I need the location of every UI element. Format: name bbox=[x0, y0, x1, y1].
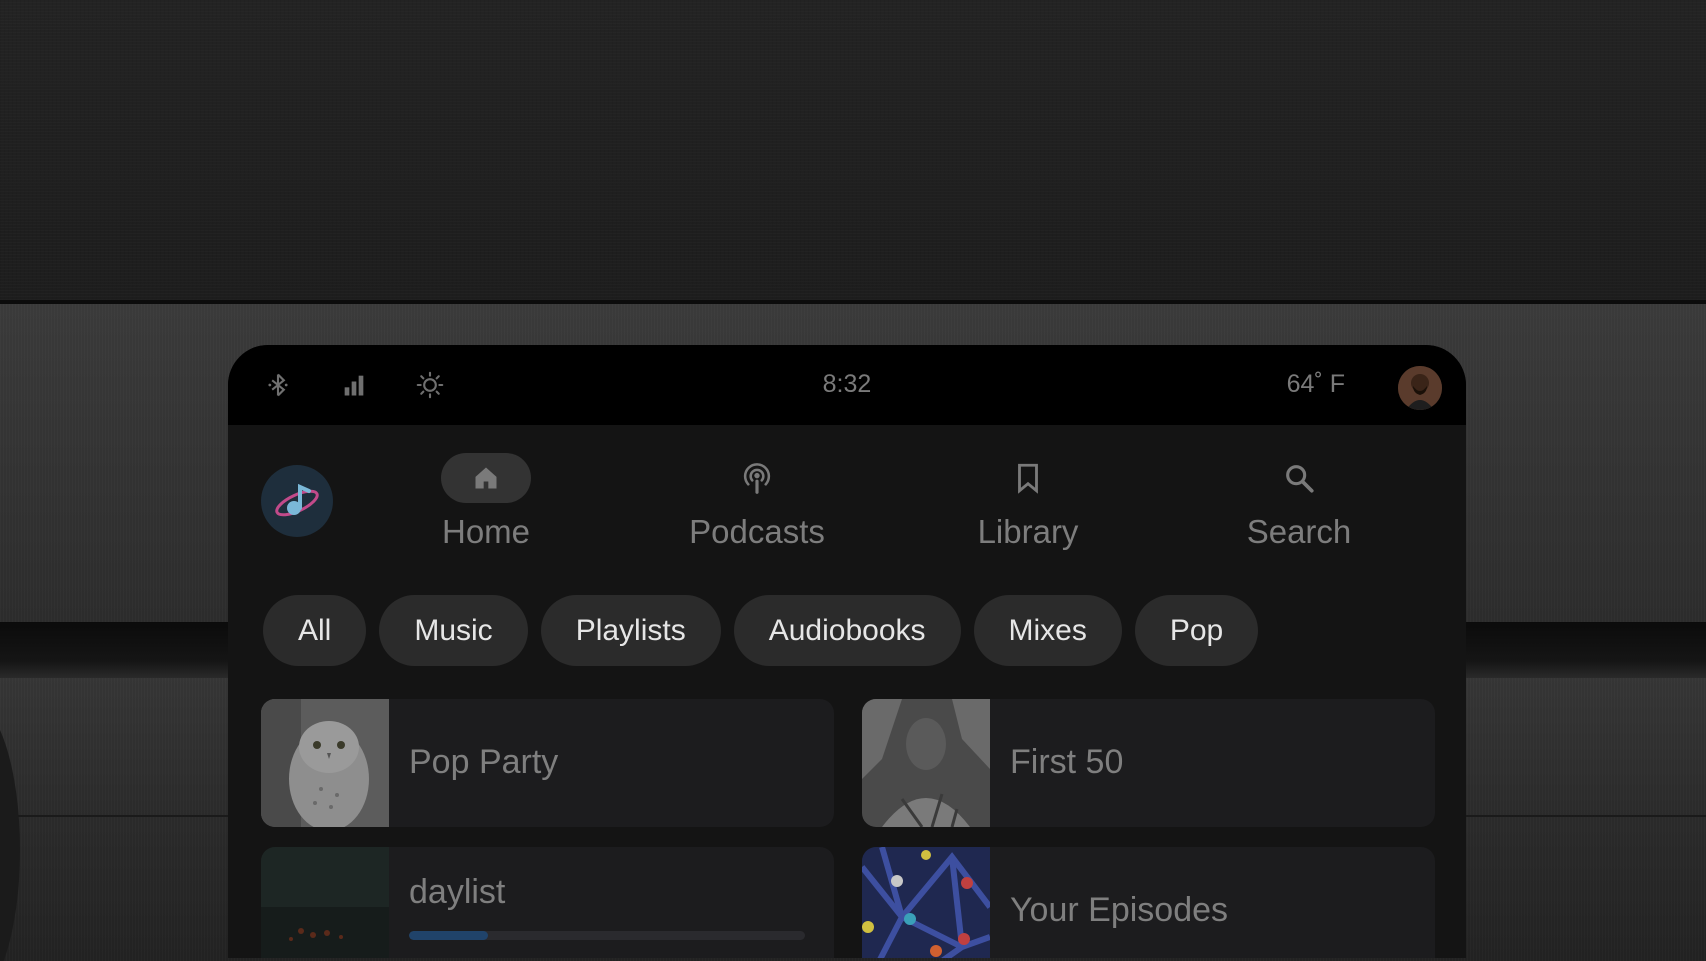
nav-home[interactable]: Home bbox=[366, 453, 606, 563]
temperature-readout: 64˚ F bbox=[1286, 370, 1345, 398]
nav-podcasts[interactable]: Podcasts bbox=[637, 453, 877, 563]
nav-home-label: Home bbox=[441, 513, 531, 550]
avatar[interactable] bbox=[1398, 366, 1442, 410]
progress-fill bbox=[409, 931, 489, 940]
bookmark-icon bbox=[1018, 463, 1038, 494]
headliner-background bbox=[0, 0, 1706, 303]
chip-music[interactable]: Music bbox=[379, 595, 528, 666]
card-first-50[interactable]: First 50 bbox=[862, 699, 1435, 827]
head-unit-screen: 8:32 64˚ F Home Podcasts Library Search … bbox=[228, 345, 1466, 958]
card-title: First 50 bbox=[1010, 743, 1124, 781]
podcast-icon bbox=[743, 463, 771, 494]
portrait-photo bbox=[862, 699, 990, 827]
nav-podcasts-pill bbox=[712, 453, 802, 503]
card-title: Your Episodes bbox=[1010, 891, 1229, 929]
nav-podcasts-label: Podcasts bbox=[689, 513, 825, 550]
filter-chip-row: All Music Playlists Audiobooks Mixes Pop bbox=[263, 595, 1259, 666]
nav-search[interactable]: Search bbox=[1179, 453, 1419, 563]
search-icon bbox=[1286, 465, 1314, 493]
card-pop-party[interactable]: Pop Party bbox=[261, 699, 834, 827]
app-logo[interactable] bbox=[261, 465, 333, 537]
chip-mixes[interactable]: Mixes bbox=[973, 595, 1122, 666]
card-daylist[interactable]: daylist bbox=[261, 847, 834, 958]
dark-forest-photo bbox=[261, 847, 389, 958]
music-planet-icon bbox=[275, 483, 319, 517]
chip-pop[interactable]: Pop bbox=[1134, 595, 1259, 666]
card-title: daylist bbox=[409, 873, 506, 911]
chip-all[interactable]: All bbox=[263, 595, 367, 666]
status-bar: 8:32 64˚ F bbox=[228, 345, 1466, 425]
nav-search-pill bbox=[1254, 453, 1344, 503]
nav-home-pill bbox=[441, 453, 531, 503]
card-title: Pop Party bbox=[409, 743, 559, 781]
nav-library-label: Library bbox=[977, 513, 1079, 550]
network-pattern bbox=[862, 847, 990, 958]
nav-library-pill bbox=[983, 453, 1073, 503]
nav-search-label: Search bbox=[1246, 513, 1352, 550]
chip-playlists[interactable]: Playlists bbox=[540, 595, 721, 666]
chip-audiobooks[interactable]: Audiobooks bbox=[733, 595, 961, 666]
nav-library[interactable]: Library bbox=[908, 453, 1148, 563]
owl-photo bbox=[261, 699, 389, 827]
user-photo bbox=[1398, 366, 1442, 410]
card-your-episodes[interactable]: Your Episodes bbox=[862, 847, 1435, 958]
progress-bar bbox=[409, 931, 805, 940]
clock: 8:32 bbox=[822, 370, 872, 398]
home-icon bbox=[475, 467, 497, 489]
